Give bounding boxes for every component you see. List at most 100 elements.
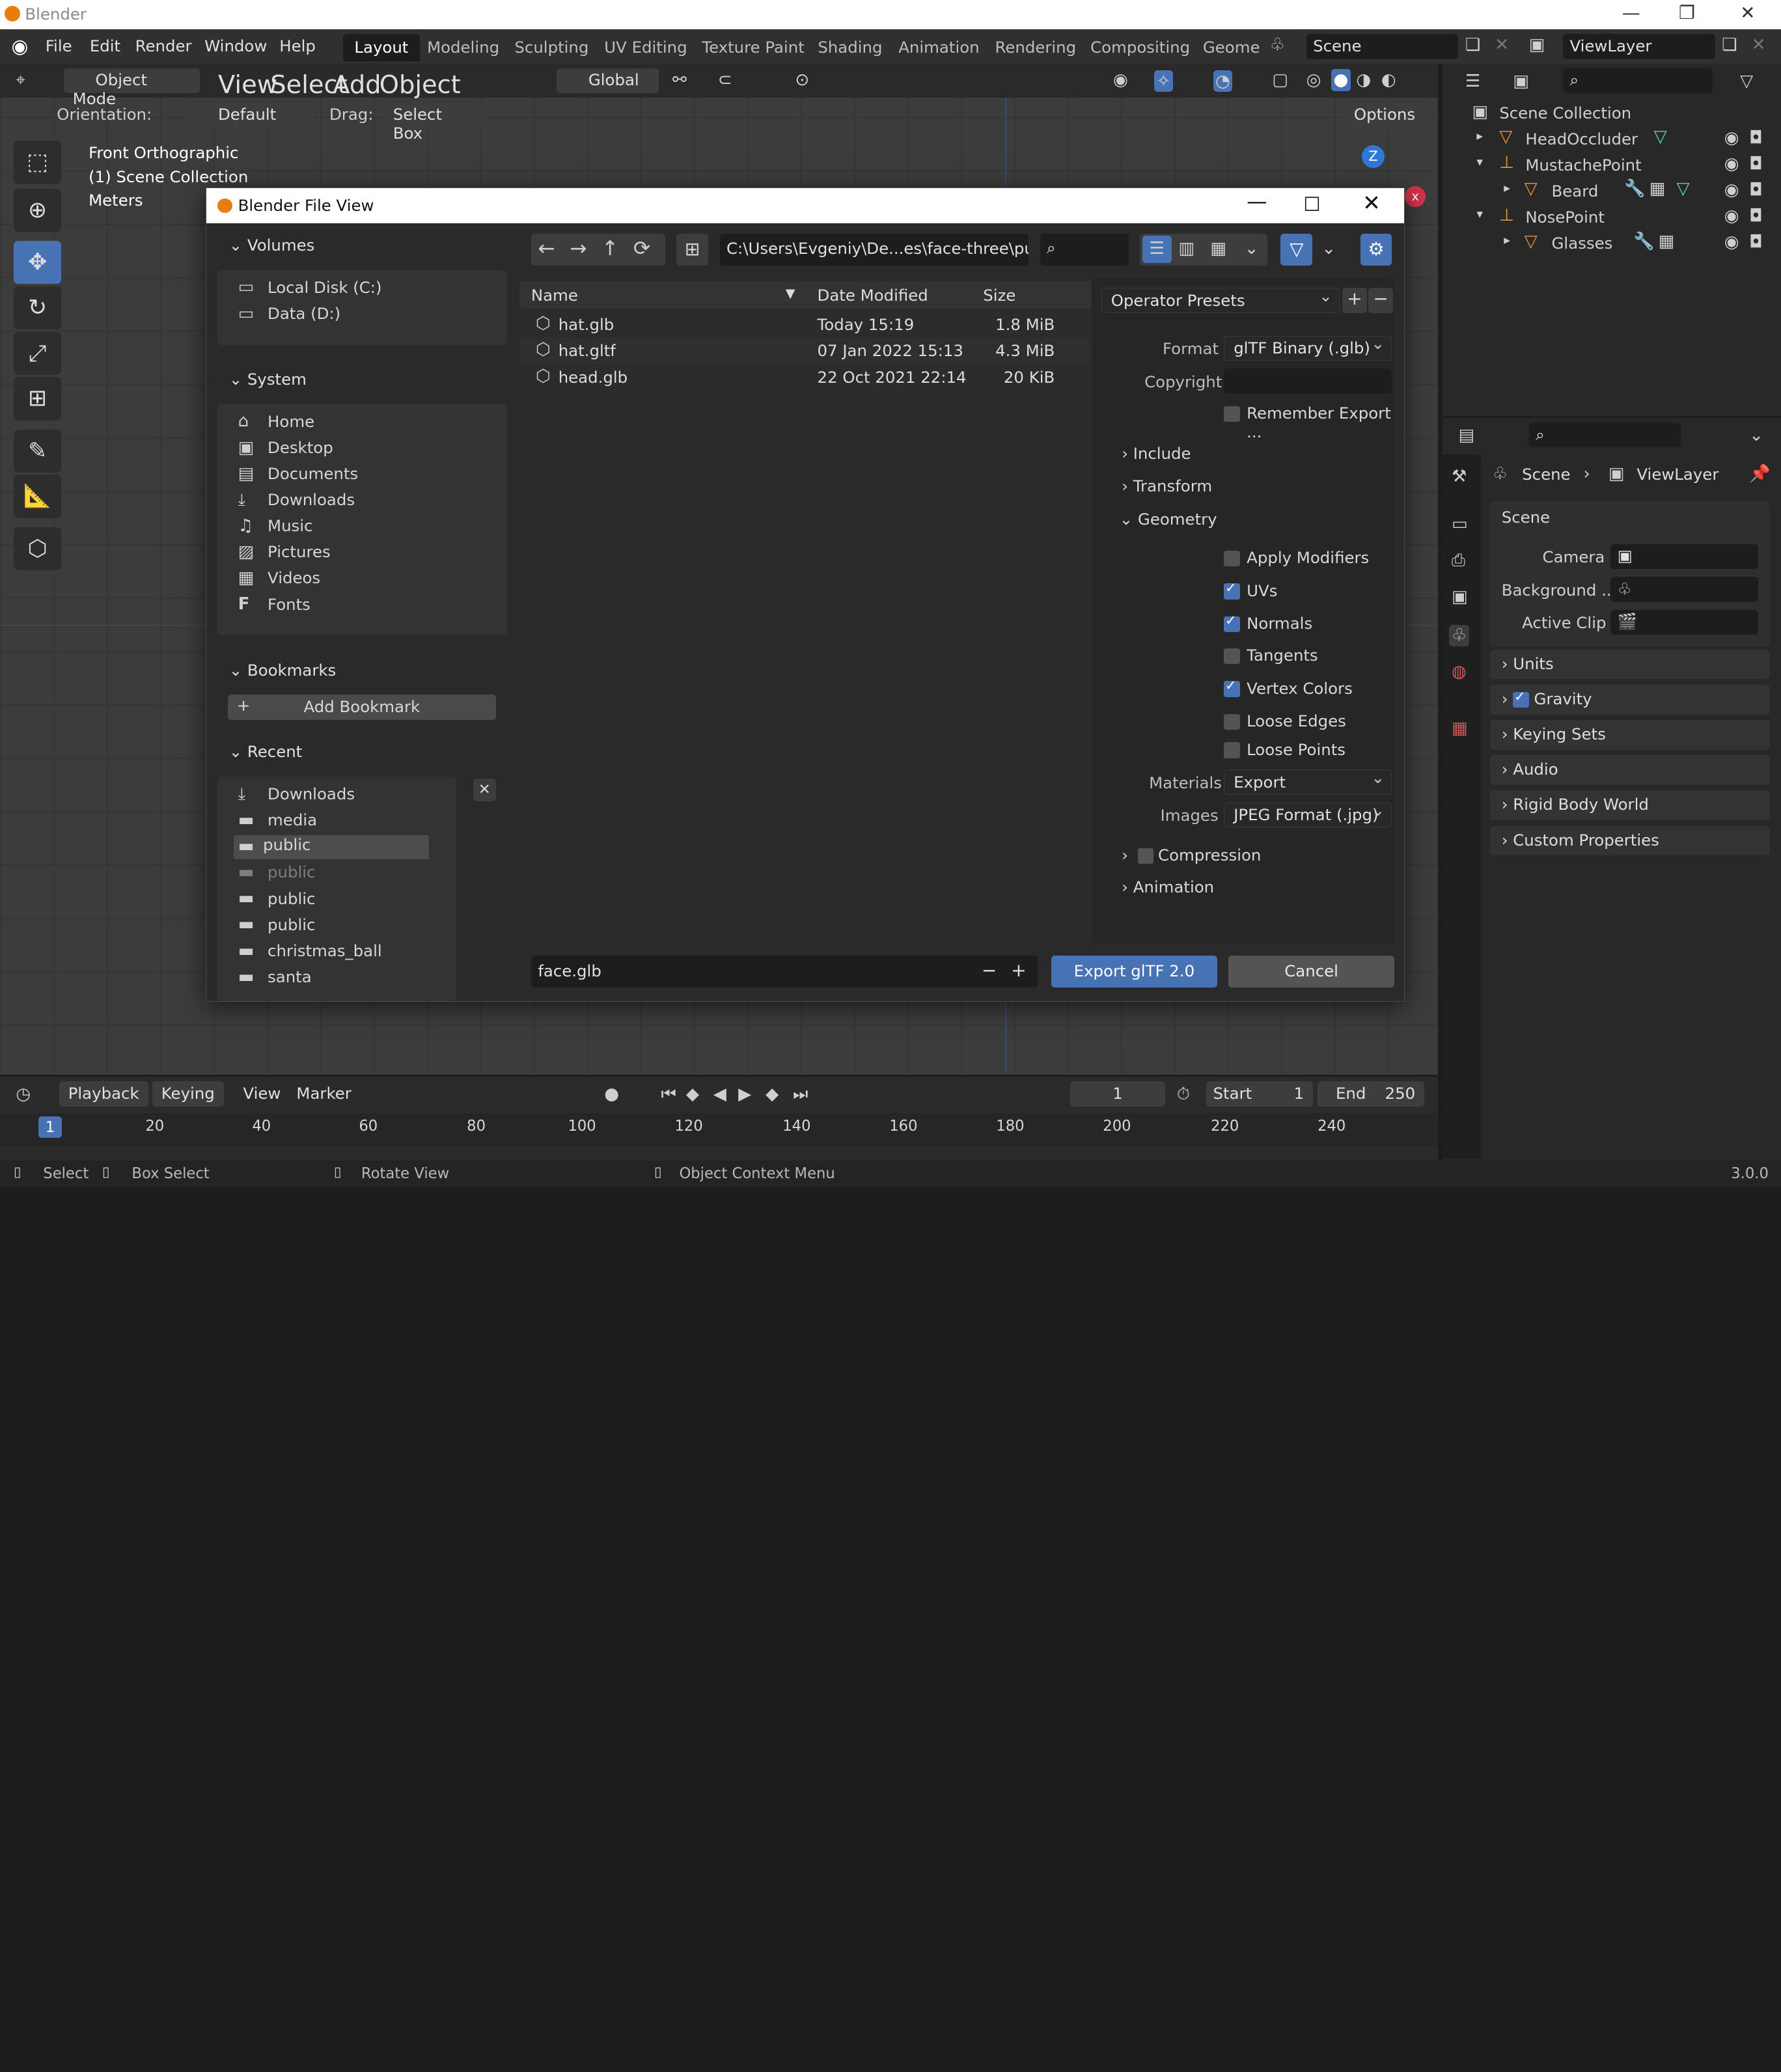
eye-icon[interactable]: ◉ bbox=[1724, 208, 1739, 225]
system-item-downloads[interactable]: Downloads bbox=[268, 490, 355, 509]
volumes-header[interactable]: ⌄ Volumes bbox=[217, 229, 507, 263]
normals-checkbox[interactable] bbox=[1224, 613, 1240, 633]
tab-animation[interactable]: Animation bbox=[887, 34, 991, 61]
tool-tab-icon[interactable]: ⚒ bbox=[1452, 468, 1467, 485]
jump-keyframe-forward-icon[interactable]: ◆ bbox=[766, 1086, 779, 1103]
loose-edges-checkbox[interactable] bbox=[1224, 713, 1240, 730]
expand-arrow-icon[interactable]: ▾ bbox=[1476, 156, 1483, 168]
materials-dropdown[interactable]: Export bbox=[1224, 768, 1392, 795]
images-dropdown[interactable]: JPEG Format (.jpg) bbox=[1224, 801, 1392, 828]
remove-preset-button[interactable]: − bbox=[1368, 288, 1394, 313]
format-dropdown[interactable]: glTF Binary (.glb) bbox=[1224, 334, 1392, 361]
refresh-icon[interactable]: ⟳ bbox=[633, 239, 650, 259]
transform-tool-icon[interactable]: ⊞ bbox=[13, 377, 62, 421]
tab-rendering[interactable]: Rendering bbox=[984, 34, 1088, 61]
export-gltf-button[interactable]: Export glTF 2.0 bbox=[1051, 956, 1217, 988]
loose-points-checkbox[interactable] bbox=[1224, 742, 1240, 758]
directory-path-input[interactable]: C:\Users\Evgeniy\De...es\face-three\publ… bbox=[719, 233, 1029, 266]
column-date[interactable]: Date Modified bbox=[818, 286, 928, 305]
eye-icon[interactable]: ◉ bbox=[1724, 130, 1739, 146]
keying-sets-panel[interactable]: › Keying Sets bbox=[1490, 720, 1770, 750]
pivot-icon[interactable]: ⚯ bbox=[672, 72, 687, 89]
annotate-tool-icon[interactable]: ✎ bbox=[13, 429, 62, 473]
thumbnails-icon[interactable]: ▦ bbox=[1210, 240, 1226, 257]
camera-field[interactable]: ▣ bbox=[1610, 544, 1759, 570]
clear-recent-button[interactable]: ✕ bbox=[473, 779, 496, 802]
tab-shading[interactable]: Shading bbox=[807, 34, 894, 61]
outliner-item[interactable]: ▸ ▽ HeadOccluder ▽ ◉ ◘ bbox=[1443, 126, 1781, 151]
file-row[interactable]: ⬡ head.glb 22 Oct 2021 22:14 20 KiB bbox=[519, 364, 1091, 390]
outliner-item[interactable]: ▸ ▽ Beard 🔧 ▦ ▽ ◉ ◘ bbox=[1443, 178, 1781, 203]
play-reverse-icon[interactable]: ◀ bbox=[713, 1086, 726, 1103]
display-dropdown-icon[interactable]: ⌄ bbox=[1245, 240, 1259, 257]
include-section[interactable]: › Include bbox=[1122, 444, 1191, 463]
new-scene-icon[interactable]: ❏ bbox=[1465, 36, 1480, 53]
compression-checkbox[interactable] bbox=[1137, 848, 1154, 864]
tab-texture-paint[interactable]: Texture Paint bbox=[691, 34, 816, 61]
eye-icon[interactable]: ◉ bbox=[1724, 234, 1739, 251]
system-item-desktop[interactable]: Desktop bbox=[268, 438, 333, 457]
forward-arrow-icon[interactable]: → bbox=[570, 239, 587, 259]
material-shading-icon[interactable]: ◑ bbox=[1356, 72, 1371, 89]
minimize-button[interactable]: — bbox=[1622, 2, 1640, 23]
tab-modeling[interactable]: Modeling bbox=[416, 34, 511, 61]
viewlayer-icon[interactable]: ▣ bbox=[1529, 36, 1545, 53]
column-name[interactable]: Name bbox=[531, 286, 578, 305]
outliner-item[interactable]: ▾ ⊥ MustachePoint ◉ ◘ bbox=[1443, 152, 1781, 177]
system-item-documents[interactable]: Documents bbox=[268, 464, 358, 483]
rendered-shading-icon[interactable]: ◐ bbox=[1381, 72, 1396, 89]
scene-panel-title[interactable]: Scene bbox=[1502, 508, 1550, 527]
cursor-tool-icon[interactable]: ⊕ bbox=[13, 188, 62, 232]
expand-arrow-icon[interactable]: ▾ bbox=[1476, 208, 1483, 220]
filter-dropdown-icon[interactable]: ⌄ bbox=[1321, 240, 1336, 257]
compression-section[interactable]: › bbox=[1122, 846, 1128, 864]
filter-icon[interactable]: ▽ bbox=[1280, 233, 1313, 266]
add-cube-tool-icon[interactable]: ⬡ bbox=[13, 527, 62, 570]
background-field[interactable]: ♧ bbox=[1610, 577, 1759, 602]
recent-item[interactable]: media bbox=[268, 810, 317, 829]
properties-search-input[interactable]: ⌕ bbox=[1528, 422, 1681, 448]
timeline-menu-playback[interactable]: Playback bbox=[59, 1081, 148, 1107]
auto-keying-icon[interactable]: ● bbox=[604, 1086, 619, 1103]
outliner-filter-icon[interactable]: ▽ bbox=[1740, 73, 1753, 90]
menu-file[interactable]: File bbox=[46, 36, 72, 55]
cancel-button[interactable]: Cancel bbox=[1228, 956, 1394, 988]
filename-input[interactable]: face.glb − + bbox=[531, 956, 1038, 988]
expand-arrow-icon[interactable]: ▸ bbox=[1504, 234, 1510, 246]
output-tab-icon[interactable]: ⎙ bbox=[1452, 552, 1465, 569]
gizmo-toggle-icon[interactable]: ✧ bbox=[1153, 70, 1173, 92]
scene-tab-icon[interactable]: ♧ bbox=[1449, 624, 1469, 646]
new-viewlayer-icon[interactable]: ❏ bbox=[1722, 36, 1737, 53]
end-frame-field[interactable]: End 250 bbox=[1318, 1081, 1425, 1107]
camera-render-icon[interactable]: ◘ bbox=[1749, 156, 1763, 173]
expand-arrow-icon[interactable]: ▸ bbox=[1476, 130, 1483, 142]
jump-keyframe-back-icon[interactable]: ◆ bbox=[686, 1086, 699, 1103]
playhead[interactable]: 1 bbox=[38, 1116, 62, 1139]
file-row[interactable]: ⬡ hat.gltf 07 Jan 2022 15:13 4.3 MiB bbox=[519, 338, 1092, 365]
system-item-home[interactable]: Home bbox=[268, 412, 314, 431]
render-tab-icon[interactable]: ▭ bbox=[1452, 516, 1468, 532]
texture-tab-icon[interactable]: ▦ bbox=[1452, 720, 1468, 737]
menu-help[interactable]: Help bbox=[279, 36, 316, 55]
recent-item[interactable]: public bbox=[268, 915, 315, 934]
timeline-menu-view[interactable]: View bbox=[243, 1084, 281, 1103]
sort-descending-icon[interactable]: ▼ bbox=[786, 286, 795, 301]
decrement-filename-button[interactable]: − bbox=[982, 960, 997, 981]
system-item-music[interactable]: Music bbox=[268, 516, 312, 535]
tab-layout[interactable]: Layout bbox=[342, 34, 420, 62]
orientation-selector[interactable]: Default bbox=[186, 102, 314, 128]
expand-arrow-icon[interactable]: ▸ bbox=[1504, 182, 1510, 194]
measure-tool-icon[interactable]: 📐 bbox=[13, 475, 62, 518]
recent-item[interactable]: santa bbox=[268, 967, 312, 986]
menu-render[interactable]: Render bbox=[135, 36, 192, 55]
drag-selector[interactable]: Select Box bbox=[383, 102, 482, 143]
maximize-button[interactable]: ❐ bbox=[1679, 2, 1695, 23]
camera-render-icon[interactable]: ◘ bbox=[1749, 208, 1763, 225]
file-row[interactable]: ⬡ hat.glb Today 15:19 1.8 MiB bbox=[519, 312, 1091, 338]
horizontal-list-icon[interactable]: ▥ bbox=[1178, 240, 1194, 257]
play-icon[interactable]: ▶ bbox=[738, 1086, 751, 1103]
outliner-item[interactable]: ▾ ⊥ NosePoint ◉ ◘ bbox=[1443, 204, 1781, 229]
jump-start-icon[interactable]: ⏮ bbox=[661, 1086, 677, 1103]
units-panel[interactable]: › Units bbox=[1490, 650, 1770, 680]
timeline-editor-icon[interactable]: ◷ bbox=[16, 1086, 31, 1103]
